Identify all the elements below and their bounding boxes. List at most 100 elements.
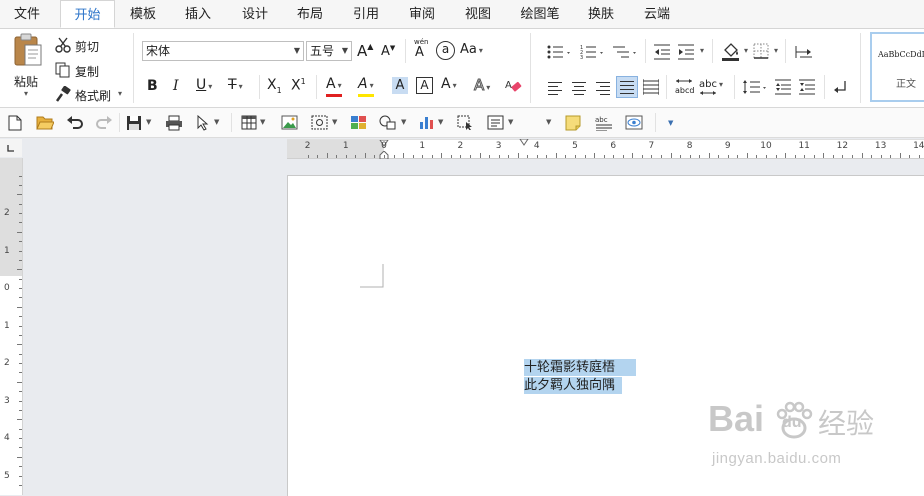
tab-layout[interactable]: 布局 [287, 0, 333, 28]
tab-draw[interactable]: 绘图笔 [512, 0, 568, 28]
word-count-icon[interactable]: abc [595, 115, 613, 131]
highlight-button[interactable]: A ▾ [358, 76, 374, 97]
tab-insert[interactable]: 插入 [175, 0, 221, 28]
bar-chart-icon[interactable] [419, 115, 435, 130]
italic-button[interactable]: I [173, 78, 179, 94]
table-icon[interactable] [241, 115, 257, 130]
align-right-button[interactable] [596, 81, 610, 95]
paste-button[interactable]: 粘贴 ▾ [8, 33, 48, 99]
sticky-note-icon[interactable] [565, 115, 581, 131]
pointer-dropdown-icon[interactable]: ▼ [214, 118, 219, 126]
tab-stops-button[interactable] [795, 44, 813, 63]
redo-icon[interactable] [95, 115, 113, 130]
strikethrough-button[interactable]: T ▾ [228, 77, 243, 93]
ruler-number: 8 [686, 141, 693, 151]
clear-format-button[interactable]: A [505, 77, 522, 97]
save-icon[interactable] [126, 115, 142, 131]
text-box-icon[interactable] [487, 115, 504, 130]
change-case-button[interactable]: Aa ▾ [460, 42, 483, 57]
horizontal-ruler[interactable]: 2 1 0 1 2 3 4 5 6 7 8 9 10 11 12 13 14 [287, 139, 924, 159]
text-box-select-icon[interactable] [457, 115, 474, 130]
text-box-dropdown-icon[interactable]: ▼ [508, 118, 513, 126]
tab-stop-marker[interactable] [519, 139, 529, 146]
symbol-dropdown-icon[interactable]: ▼ [546, 118, 551, 126]
table-dropdown-icon[interactable]: ▼ [260, 118, 265, 126]
emphasis-mark-button[interactable]: A ▾ [441, 76, 457, 92]
align-left-button[interactable] [548, 81, 562, 95]
font-family-select[interactable]: 宋体 ▼ [142, 41, 304, 61]
screenshot-icon[interactable] [311, 115, 328, 130]
underline-button[interactable]: U ▾ [196, 77, 212, 93]
tab-view[interactable]: 视图 [455, 0, 501, 28]
align-center-button[interactable] [572, 81, 586, 95]
bullets-button[interactable] [547, 44, 573, 60]
tab-file[interactable]: 文件 [4, 0, 50, 28]
vertical-ruler[interactable]: 2 1 0 1 2 3 4 5 [0, 158, 23, 495]
text-effects-button[interactable]: A ▾ [473, 76, 490, 95]
copy-button[interactable]: 复制 [55, 62, 115, 80]
ruler-tick [746, 153, 748, 158]
open-folder-icon[interactable] [36, 115, 54, 130]
style-normal[interactable]: AaBbCcDdI1 正文 [870, 32, 924, 102]
char-border-button[interactable]: A [416, 77, 433, 94]
print-icon[interactable] [165, 115, 183, 131]
select-pointer-icon[interactable] [196, 115, 210, 131]
ruler-tick [17, 344, 22, 346]
chart-dropdown-icon[interactable]: ▼ [438, 118, 443, 126]
cut-button[interactable]: 剪切 [55, 37, 115, 55]
chart-object-icon[interactable] [350, 115, 367, 130]
decrease-indent-button[interactable] [654, 44, 670, 63]
distributed-align-button[interactable]: abcd [675, 77, 694, 97]
justify-button[interactable] [616, 76, 638, 98]
bold-button[interactable]: B [147, 78, 158, 94]
undo-icon[interactable] [66, 115, 84, 130]
borders-button[interactable] [753, 43, 769, 62]
char-shading-button[interactable]: A [392, 77, 408, 94]
indent-dropdown-icon[interactable]: ▾ [700, 46, 704, 55]
watermark-jingyan: 经验 [818, 408, 875, 439]
paragraph-mark-button[interactable] [832, 79, 848, 98]
indent-icon [678, 44, 694, 60]
subscript-button[interactable]: X1 [267, 77, 282, 95]
document-line-1[interactable]: 十轮霜影转庭梧 [524, 359, 636, 376]
superscript-button[interactable]: X1 [291, 77, 306, 94]
shading-dropdown-icon[interactable]: ▾ [744, 46, 748, 55]
tab-design[interactable]: 设计 [232, 0, 278, 28]
new-document-icon[interactable] [8, 115, 22, 131]
spacing-before-button[interactable] [775, 79, 791, 98]
encircle-button[interactable]: a [436, 41, 455, 60]
shapes-icon[interactable] [379, 115, 397, 130]
brush-icon [55, 86, 71, 102]
tab-selector[interactable] [0, 139, 22, 157]
tab-cloud[interactable]: 云端 [634, 0, 680, 28]
preview-eye-icon[interactable] [625, 115, 643, 130]
picture-icon[interactable] [281, 115, 298, 130]
line-spacing-button[interactable] [742, 79, 768, 98]
format-painter-button[interactable]: 格式刷 ▾ [55, 86, 127, 104]
spacing-after-button[interactable] [799, 79, 815, 98]
shapes-dropdown-icon[interactable]: ▼ [401, 118, 406, 126]
tab-review[interactable]: 审阅 [399, 0, 445, 28]
paragraph-shading-button[interactable] [721, 41, 741, 64]
tab-template[interactable]: 模板 [120, 0, 166, 28]
shrink-font-button[interactable]: A▼ [381, 44, 395, 59]
font-color-button[interactable]: A ▾ [326, 76, 342, 97]
document-line-2[interactable]: 此夕羁人独向隅 [524, 377, 622, 394]
divider [734, 75, 735, 99]
sort-button[interactable]: abc ▾ [699, 76, 723, 95]
distribute-button[interactable] [642, 79, 660, 98]
tab-home[interactable]: 开始 [60, 0, 115, 28]
numbering-button[interactable]: 123 [580, 44, 606, 61]
tab-references[interactable]: 引用 [343, 0, 389, 28]
save-dropdown-icon[interactable]: ▼ [146, 118, 151, 126]
borders-dropdown-icon[interactable]: ▾ [774, 46, 778, 55]
tab-skin[interactable]: 换肤 [578, 0, 624, 28]
ruler-tick [374, 155, 376, 158]
margin-corner-mark [360, 264, 384, 288]
screenshot-dropdown-icon[interactable]: ▼ [332, 118, 337, 126]
grow-font-button[interactable]: A▲ [357, 42, 373, 60]
font-size-select[interactable]: 五号 ▼ [306, 41, 352, 61]
customize-toolbar-icon[interactable]: ▼ [668, 119, 673, 127]
multilevel-list-button[interactable] [613, 44, 639, 60]
increase-indent-button[interactable] [678, 44, 694, 63]
